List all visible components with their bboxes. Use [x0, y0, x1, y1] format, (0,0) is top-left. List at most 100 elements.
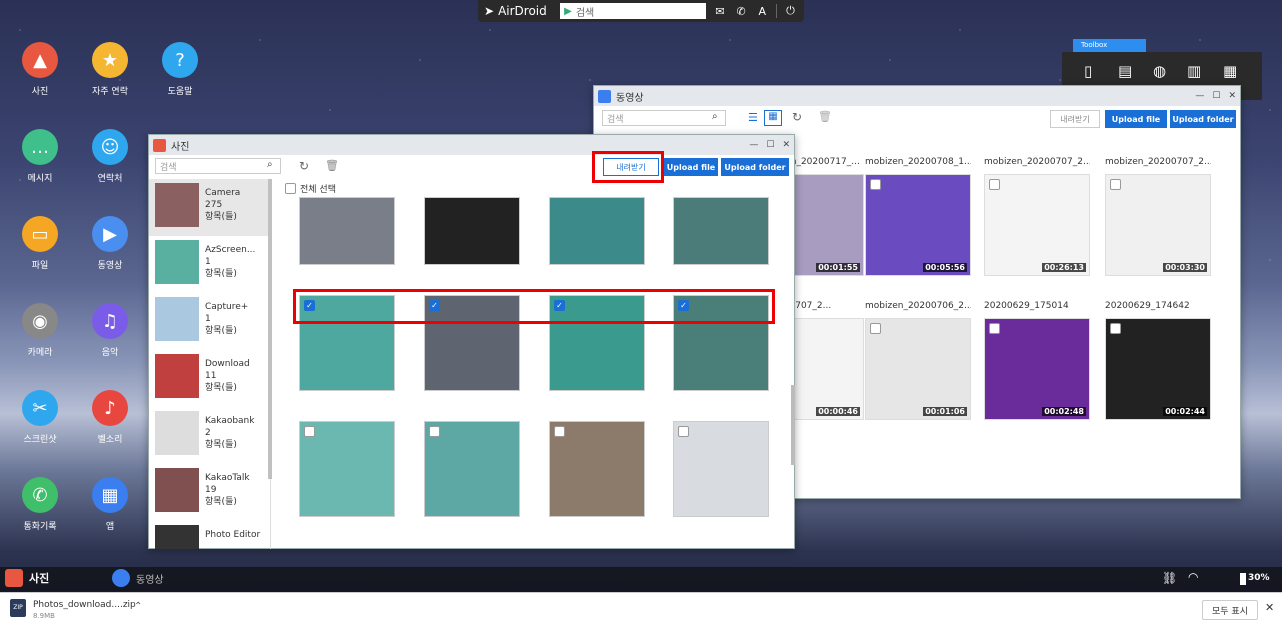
- photo-thumbnail[interactable]: [424, 421, 520, 517]
- show-all-button[interactable]: 모두 표시: [1202, 600, 1258, 620]
- photo-thumbnail[interactable]: [673, 197, 769, 265]
- video-checkbox[interactable]: [870, 179, 881, 190]
- album-item[interactable]: Photo Editor: [149, 521, 270, 549]
- album-item[interactable]: Kakaobank 2 항목(들): [149, 407, 270, 464]
- video-upload-file-button[interactable]: Upload file: [1105, 110, 1167, 128]
- album-item[interactable]: AzScreen... 1 항목(들): [149, 236, 270, 293]
- search-icon[interactable]: ⌕: [267, 159, 273, 170]
- photo-checkbox[interactable]: ✓: [429, 300, 440, 311]
- power-icon[interactable]: ⏻: [783, 4, 798, 18]
- photo-checkbox[interactable]: [678, 426, 689, 437]
- desktop-app-music[interactable]: ♫ 음악: [80, 303, 140, 358]
- search-icon[interactable]: ⌕: [712, 111, 718, 122]
- photo-checkbox[interactable]: ✓: [554, 300, 565, 311]
- list-view-icon[interactable]: ☰: [748, 111, 758, 124]
- clipboard-icon[interactable]: ▥: [1187, 62, 1201, 80]
- photo-window-titlebar[interactable]: 사진 — ☐ ✕: [149, 135, 794, 155]
- video-title[interactable]: mobizen_20200707_2...: [1105, 157, 1211, 167]
- desktop-app-message[interactable]: … 메시지: [10, 129, 70, 184]
- text-icon[interactable]: A: [755, 5, 770, 18]
- video-title[interactable]: 20200629_175014: [984, 301, 1090, 311]
- photo-thumbnail[interactable]: [673, 421, 769, 517]
- phone-icon[interactable]: ✆: [734, 5, 749, 18]
- chevron-up-icon[interactable]: ⌃: [134, 601, 142, 612]
- video-search-input[interactable]: 검색: [602, 110, 726, 126]
- video-title[interactable]: mobizen_20200707_2...: [984, 157, 1090, 167]
- video-thumbnail[interactable]: 00:05:56: [865, 174, 971, 276]
- maximize-button[interactable]: ☐: [1212, 91, 1220, 101]
- video-upload-folder-button[interactable]: Upload folder: [1170, 110, 1236, 128]
- download-file-name[interactable]: Photos_download....zip: [33, 600, 136, 610]
- desktop-app-phone[interactable]: ✆ 통화기록: [10, 477, 70, 532]
- taskbar-tab-photos[interactable]: 사진: [5, 569, 49, 587]
- video-thumbnail[interactable]: 00:26:13: [984, 174, 1090, 276]
- video-window-titlebar[interactable]: 동영상 — ☐ ✕: [594, 86, 1240, 106]
- maximize-button[interactable]: ☐: [766, 140, 774, 150]
- video-thumbnail[interactable]: 00:02:44: [1105, 318, 1211, 420]
- photo-thumbnail[interactable]: [299, 421, 395, 517]
- video-checkbox[interactable]: [870, 323, 881, 334]
- photo-thumbnail[interactable]: ✓: [673, 295, 769, 391]
- minimize-button[interactable]: —: [749, 140, 758, 150]
- photo-checkbox[interactable]: [304, 426, 315, 437]
- close-button[interactable]: ✕: [782, 140, 790, 150]
- video-checkbox[interactable]: [989, 323, 1000, 334]
- desktop-app-folder[interactable]: ▭ 파일: [10, 216, 70, 271]
- desktop-app-bell[interactable]: ♪ 벨소리: [80, 390, 140, 445]
- photo-checkbox[interactable]: [554, 426, 565, 437]
- desktop-app-contacts[interactable]: ☺ 연락처: [80, 129, 140, 184]
- trash-icon[interactable]: 🗑: [325, 159, 339, 172]
- desktop-app-apps[interactable]: ▦ 앱: [80, 477, 140, 532]
- globe-icon[interactable]: ◍: [1153, 62, 1166, 80]
- refresh-icon[interactable]: ↻: [299, 159, 309, 173]
- video-download-button[interactable]: 내려받기: [1050, 110, 1100, 128]
- album-item[interactable]: KakaoTalk 19 항목(들): [149, 464, 270, 521]
- mail-icon[interactable]: ✉: [712, 5, 727, 18]
- video-checkbox[interactable]: [1110, 179, 1121, 190]
- select-all-checkbox[interactable]: [285, 183, 296, 194]
- minimize-button[interactable]: —: [1195, 91, 1204, 101]
- photo-upload-folder-button[interactable]: Upload folder: [721, 158, 789, 176]
- photo-download-button[interactable]: 내려받기: [603, 158, 659, 176]
- toolbox-tab[interactable]: Toolbox: [1073, 39, 1146, 52]
- photo-search-input[interactable]: 검색: [155, 158, 281, 174]
- box-icon[interactable]: ▦: [1223, 62, 1237, 80]
- video-thumbnail[interactable]: 00:03:30: [1105, 174, 1211, 276]
- grid-view-icon[interactable]: ▦: [764, 110, 782, 126]
- video-thumbnail[interactable]: 00:02:48: [984, 318, 1090, 420]
- close-button[interactable]: ✕: [1228, 91, 1236, 101]
- photo-thumbnail[interactable]: [424, 197, 520, 265]
- video-title[interactable]: mobizen_20200706_2...: [865, 301, 971, 311]
- photo-thumbnail[interactable]: ✓: [299, 295, 395, 391]
- album-item[interactable]: Capture+ 1 항목(들): [149, 293, 270, 350]
- desktop-app-photo[interactable]: ▲ 사진: [10, 42, 70, 97]
- taskbar-tab-videos[interactable]: 동영상: [112, 569, 164, 587]
- photo-scrollbar[interactable]: [791, 385, 795, 465]
- refresh-icon[interactable]: ↻: [792, 110, 802, 124]
- video-checkbox[interactable]: [1110, 323, 1121, 334]
- trash-icon[interactable]: 🗑: [818, 110, 832, 123]
- photo-thumbnail[interactable]: [549, 421, 645, 517]
- desktop-app-scissors[interactable]: ✂ 스크린샷: [10, 390, 70, 445]
- album-item[interactable]: Download 11 항목(들): [149, 350, 270, 407]
- album-item[interactable]: Camera 275 항목(들): [149, 179, 270, 236]
- phone-device-icon[interactable]: ▯: [1084, 62, 1092, 80]
- link-icon[interactable]: ⛓: [1162, 571, 1177, 585]
- video-checkbox[interactable]: [989, 179, 1000, 190]
- photo-checkbox[interactable]: [429, 426, 440, 437]
- select-all[interactable]: 전체 선택: [285, 182, 336, 195]
- album-scrollbar[interactable]: [268, 179, 272, 479]
- top-search-input[interactable]: ▶ 검색: [560, 3, 707, 19]
- document-icon[interactable]: ▤: [1118, 62, 1132, 80]
- photo-upload-file-button[interactable]: Upload file: [664, 158, 718, 176]
- close-icon[interactable]: ✕: [1265, 601, 1274, 614]
- photo-checkbox[interactable]: ✓: [678, 300, 689, 311]
- photo-thumbnail[interactable]: [299, 197, 395, 265]
- video-title[interactable]: 20200629_174642: [1105, 301, 1211, 311]
- desktop-app-contact-star[interactable]: ★ 자주 연락: [80, 42, 140, 97]
- airdroid-logo[interactable]: ➤ AirDroid: [484, 4, 554, 18]
- photo-thumbnail[interactable]: [549, 197, 645, 265]
- desktop-app-help[interactable]: ? 도움말: [150, 42, 210, 97]
- desktop-app-video[interactable]: ▶ 동영상: [80, 216, 140, 271]
- video-title[interactable]: mobizen_20200708_1...: [865, 157, 971, 167]
